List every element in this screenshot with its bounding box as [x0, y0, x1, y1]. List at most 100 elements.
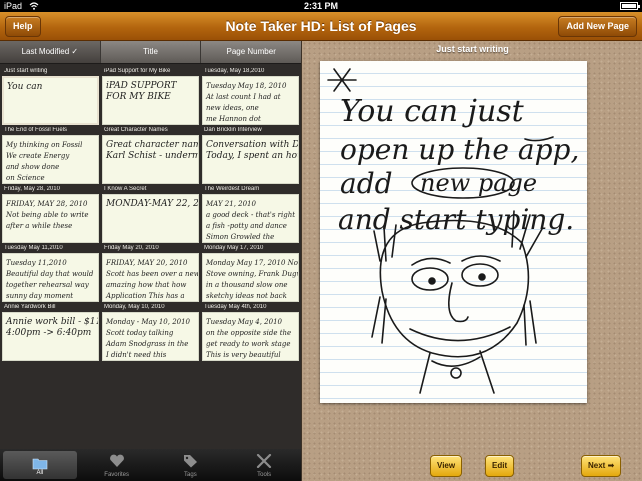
next-button[interactable]: Next ➡ — [581, 455, 622, 477]
handwriting-line: open up the app, — [340, 133, 579, 166]
page-thumbnail[interactable]: Dan Bricklin Interview Conversation with … — [202, 127, 299, 185]
thumbnail-handwriting: in a thousand slow one — [206, 281, 288, 289]
page-thumbnail-title: The End of Fossil Fuels — [4, 127, 68, 133]
page-thumbnail-image: FRIDAY, MAY 20, 2010 Scott has been over … — [102, 253, 199, 302]
thumbnail-handwriting: on the opposite side the — [206, 329, 291, 337]
page-thumbnail-image: Monday May 17, 2010 Notes Stove owning, F… — [202, 253, 299, 302]
folder-icon — [32, 458, 48, 470]
battery-icon — [620, 2, 640, 10]
thumbnail-handwriting: MONDAY-MAY 22, 2010 — [105, 199, 199, 209]
page-thumbnail-title: Tuesday, May 18,2010 — [204, 68, 265, 74]
tab-tools[interactable]: Tools — [227, 449, 301, 481]
sort-segmented-control: Last Modified ✓ Title Page Number — [0, 41, 301, 64]
page-thumbnail-title: Friday, May 28, 2010 — [4, 186, 60, 192]
thumbnail-handwriting: on Science — [6, 174, 45, 182]
page-thumbnail-title: I Know A Secret — [104, 186, 147, 192]
tab-tags[interactable]: Tags — [154, 449, 228, 481]
page-list-panel: Last Modified ✓ Title Page Number Just s… — [0, 41, 301, 481]
handwriting-line: You can just — [340, 94, 525, 129]
page-thumbnail[interactable]: Just start writing You can — [2, 68, 99, 126]
page-thumbnail-image: Tuesday 11,2010 Beautiful day that would t… — [2, 253, 99, 302]
page-thumbnail[interactable]: The End of Fossil Fuels My thinking on Fo… — [2, 127, 99, 185]
sort-last-modified[interactable]: Last Modified ✓ — [0, 41, 101, 63]
title-bar: Help Note Taker HD: List of Pages Add Ne… — [0, 12, 642, 41]
page-thumbnail-title: Friday May 20, 2010 — [104, 245, 159, 251]
edit-button[interactable]: Edit — [485, 455, 515, 477]
thumbnail-handwriting: Scott has been over a new — [106, 270, 199, 278]
thumbnail-handwriting: Monday - May 10, 2010 — [105, 318, 191, 326]
sort-page-number[interactable]: Page Number — [201, 41, 301, 63]
heart-icon — [109, 454, 124, 467]
page-thumbnail-image: MAY 21, 2010 a good deck - that's right a … — [202, 194, 299, 243]
add-new-page-button[interactable]: Add New Page — [558, 16, 637, 37]
thumbnail-handwriting: FRIDAY, MAY 20, 2010 — [105, 259, 188, 267]
page-thumbnail[interactable]: Tuesday, May 18,2010 Tuesday May 18, 2010… — [202, 68, 299, 126]
thumbnail-handwriting: FOR MY BIKE — [105, 92, 171, 102]
thumbnail-handwriting: a fish -potty and dance — [206, 222, 287, 230]
page-thumbnail-image: Conversation with DAN BRToday, I spent a… — [202, 135, 299, 184]
page-thumbnail-image: Monday - May 10, 2010 Scott today talking… — [102, 312, 199, 361]
page-thumbnail-title: Tuesday May 4th, 2010 — [204, 304, 267, 310]
page-thumbnail[interactable]: Monday May 17, 2010 Monday May 17, 2010 N… — [202, 245, 299, 303]
thumbnail-handwriting: get ready to work stage — [206, 340, 290, 348]
thumbnail-handwriting: 4:00pm -> 6:40pm — [5, 328, 91, 338]
page-thumbnail[interactable]: iPad Support for My Bike iPAD SUPPORT FOR … — [102, 68, 199, 126]
page-thumbnail-image: You can — [2, 76, 99, 125]
thumbnail-handwriting: sunny day moment — [6, 292, 73, 300]
thumbnail-handwriting: Application This has a — [105, 292, 185, 300]
handwriting-preview: You can just open up the app, add new pa… — [327, 68, 579, 394]
thumbnail-handwriting: iPAD SUPPORT — [106, 81, 178, 91]
page-thumbnail[interactable]: Tuesday May 4th, 2010 Tuesday May 4, 2010… — [202, 304, 299, 362]
thumbnail-handwriting: FRIDAY, MAY 28, 2010 — [5, 200, 88, 208]
page-title: Note Taker HD: List of Pages — [225, 18, 417, 34]
page-thumbnail[interactable]: Friday, May 28, 2010 FRIDAY, MAY 28, 2010… — [2, 186, 99, 244]
page-thumbnail-title: Great Character Names — [104, 127, 168, 133]
page-thumbnail[interactable]: I Know A Secret MONDAY-MAY 22, 2010 — [102, 186, 199, 244]
thumbnail-handwriting: together rehearsal way — [6, 281, 90, 289]
thumbnail-handwriting: MAY 21, 2010 — [205, 200, 257, 208]
page-thumbnail[interactable]: The Weirdest Dream MAY 21, 2010 a good dec… — [202, 186, 299, 244]
status-bar: iPad 2:31 PM — [0, 0, 642, 12]
page-preview[interactable]: You can just open up the app, add new pa… — [320, 61, 587, 403]
tab-all[interactable]: All — [3, 451, 77, 479]
page-thumbnail[interactable]: Monday, May 10, 2010 Monday - May 10, 201… — [102, 304, 199, 362]
thumbnail-handwriting: me Hannon dot — [206, 115, 261, 123]
handwriting-line: new page — [420, 169, 537, 197]
sort-title[interactable]: Title — [101, 41, 202, 63]
thumbnail-handwriting: Today, I spent an hour — [206, 151, 299, 161]
page-thumbnail-image: FRIDAY, MAY 28, 2010 Not being able to wr… — [2, 194, 99, 243]
thumbnail-handwriting: Monday May 17, 2010 Notes — [205, 259, 299, 267]
thumbnail-handwriting: a good deck - that's right — [206, 211, 295, 219]
status-time: 2:31 PM — [303, 1, 338, 11]
page-thumbnail-title: iPad Support for My Bike — [104, 68, 171, 74]
tab-favorites[interactable]: Favorites — [80, 449, 154, 481]
page-thumbnail-image: Tuesday May 18, 2010 At last count I had … — [202, 76, 299, 125]
thumbnail-handwriting: Simon Growled the — [206, 233, 274, 241]
thumbnail-handwriting: amazing how that how — [106, 281, 186, 289]
page-thumbnail-title: The Weirdest Dream — [204, 186, 260, 192]
page-thumbnail-title: Monday, May 10, 2010 — [104, 304, 165, 310]
preview-panel: Just start writing You can just open up … — [301, 41, 642, 481]
page-thumbnail-image: Great character namesKarl Schist - under… — [102, 135, 199, 184]
thumbnail-handwriting: My thinking on Fossil — [5, 141, 82, 149]
view-button[interactable]: View — [430, 455, 463, 477]
page-thumbnail[interactable]: Tuesday May 11,2010 Tuesday 11,2010 Beauti… — [2, 245, 99, 303]
thumbnail-handwriting: Annie work bill - $11 — [5, 317, 99, 327]
thumbnail-handwriting: new ideas, one — [206, 104, 259, 112]
thumbnail-handwriting: Tuesday May 18, 2010 — [206, 82, 287, 90]
thumbnail-handwriting: Conversation with DAN BR — [206, 140, 299, 150]
handwriting-line: add — [340, 167, 393, 200]
page-thumbnail-image: My thinking on Fossil We create Energy and… — [2, 135, 99, 184]
thumbnail-handwriting: Scott today talking — [106, 329, 174, 337]
thumbnail-handwriting: Not being able to write — [5, 211, 89, 219]
thumbnail-handwriting: Great character names — [106, 140, 199, 150]
page-thumbnail[interactable]: Annie Yardwork Bill Annie work bill - $11… — [2, 304, 99, 362]
page-thumbnail[interactable]: Great Character Names Great character nam… — [102, 127, 199, 185]
thumbnail-handwriting: and show done — [6, 163, 59, 171]
thumbnail-handwriting: Stove owning, Frank Dugway — [206, 270, 299, 278]
thumbnail-handwriting: I didn't need this — [105, 351, 167, 359]
page-thumbnail-title: Tuesday May 11,2010 — [4, 245, 63, 251]
thumbnail-handwriting: Tuesday May 4, 2010 — [206, 318, 283, 326]
thumbnail-handwriting: Karl Schist - undermining — [105, 151, 199, 161]
page-thumbnail[interactable]: Friday May 20, 2010 FRIDAY, MAY 20, 2010 S… — [102, 245, 199, 303]
